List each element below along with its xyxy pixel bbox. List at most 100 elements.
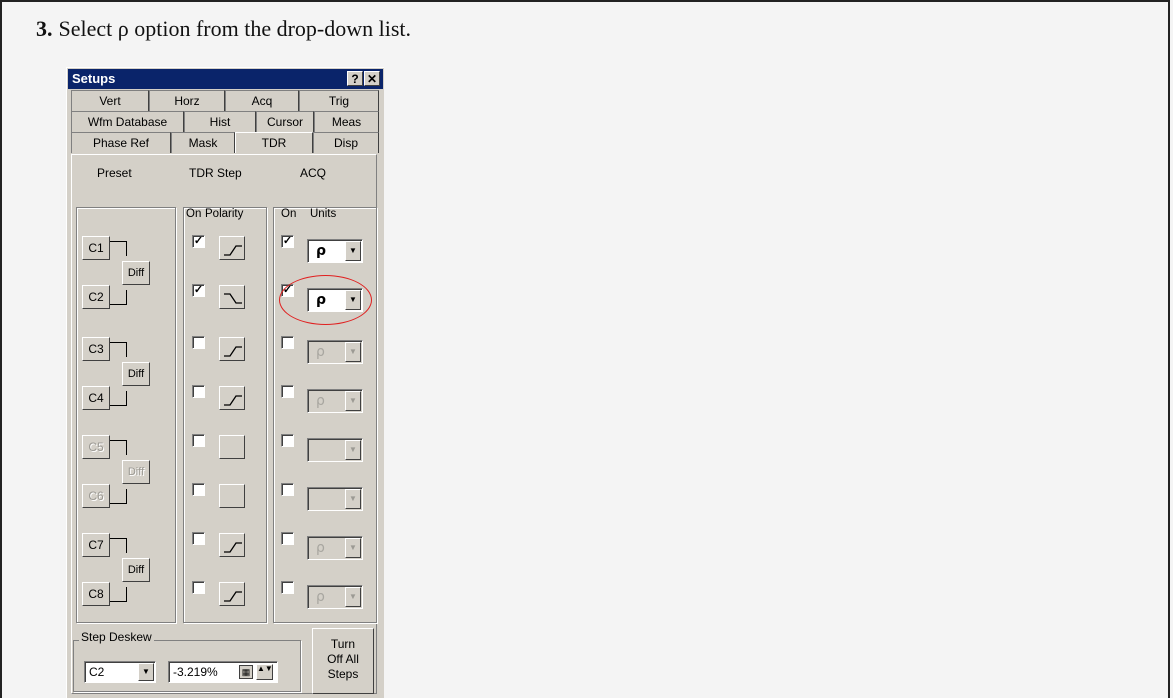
- step-text: Select ρ option from the drop-down list.: [58, 16, 412, 41]
- step-on-label: On: [186, 208, 202, 220]
- chevron-down-icon[interactable]: ▼: [345, 538, 361, 558]
- tab-trig[interactable]: Trig: [299, 90, 379, 111]
- acq-header: ACQ: [300, 166, 327, 180]
- tab-tdr[interactable]: TDR: [235, 132, 313, 153]
- units-value: ρ: [316, 589, 325, 605]
- step-on-checkbox-c7[interactable]: [192, 532, 205, 545]
- acq-on-checkbox-c7[interactable]: [281, 532, 294, 545]
- deskew-channel-select[interactable]: C2 ▼: [84, 661, 156, 683]
- polarity-button-c5[interactable]: [219, 435, 245, 459]
- chevron-down-icon[interactable]: ▼: [138, 663, 154, 681]
- units-value: ρ: [316, 393, 325, 409]
- help-button[interactable]: ?: [347, 71, 363, 86]
- tab-horz[interactable]: Horz: [149, 90, 225, 111]
- tab-row-3: Phase Ref Mask TDR Disp: [71, 132, 379, 153]
- acq-on-checkbox-c5[interactable]: [281, 434, 294, 447]
- chevron-down-icon[interactable]: ▼: [345, 342, 361, 362]
- dialog-title: Setups: [72, 71, 116, 86]
- polarity-button-c7[interactable]: [219, 533, 245, 557]
- polarity-rise-icon: [224, 245, 242, 256]
- acq-on-checkbox-c4[interactable]: [281, 385, 294, 398]
- chevron-down-icon[interactable]: ▼: [345, 440, 361, 460]
- units-dropdown-c6[interactable]: ▼: [307, 487, 363, 511]
- step-on-checkbox-c2[interactable]: ✓: [192, 284, 205, 297]
- channel-c8-button[interactable]: C8: [82, 582, 110, 606]
- turn-off-all-steps-button[interactable]: Turn Off All Steps: [312, 628, 374, 694]
- tab-row-2: Wfm Database Hist Cursor Meas: [71, 111, 379, 132]
- tdr-step-group: [183, 207, 267, 623]
- turn-off-line-1: Turn: [330, 637, 356, 651]
- chevron-down-icon[interactable]: ▼: [345, 391, 361, 411]
- units-dropdown-c8[interactable]: ρ ▼: [307, 585, 363, 609]
- tab-wfm-database[interactable]: Wfm Database: [71, 111, 184, 132]
- tab-acq[interactable]: Acq: [225, 90, 299, 111]
- preset-header: Preset: [97, 166, 132, 180]
- instruction-step: 3. Select ρ option from the drop-down lis…: [36, 16, 411, 42]
- polarity-button-c4[interactable]: [219, 386, 245, 410]
- acq-on-checkbox-c1[interactable]: ✓: [281, 235, 294, 248]
- acq-group: [273, 207, 377, 623]
- channel-c3-button[interactable]: C3: [82, 337, 110, 361]
- wire-line: [110, 290, 127, 305]
- diff-button-c5-c6[interactable]: Diff: [122, 460, 150, 484]
- tab-meas[interactable]: Meas: [314, 111, 379, 132]
- channel-c4-button[interactable]: C4: [82, 386, 110, 410]
- polarity-fall-icon: [224, 293, 242, 304]
- wire-line: [110, 489, 127, 504]
- units-dropdown-c3[interactable]: ρ ▼: [307, 340, 363, 364]
- units-dropdown-c1[interactable]: ρ ▼: [307, 239, 363, 263]
- acq-on-checkbox-c6[interactable]: [281, 483, 294, 496]
- step-on-checkbox-c1[interactable]: ✓: [192, 235, 205, 248]
- wire-line: [110, 391, 127, 406]
- wire-line: [110, 342, 127, 357]
- diff-button-c3-c4[interactable]: Diff: [122, 362, 150, 386]
- step-on-checkbox-c5[interactable]: [192, 434, 205, 447]
- channel-c7-button[interactable]: C7: [82, 533, 110, 557]
- channel-c1-button[interactable]: C1: [82, 236, 110, 260]
- acq-on-checkbox-c8[interactable]: [281, 581, 294, 594]
- tab-cursor[interactable]: Cursor: [256, 111, 314, 132]
- units-dropdown-c5[interactable]: ▼: [307, 438, 363, 462]
- deskew-value-field[interactable]: -3.219% ▦ ▲▼: [168, 661, 278, 683]
- chevron-down-icon[interactable]: ▼: [345, 587, 361, 607]
- channel-c6-button[interactable]: C6: [82, 484, 110, 508]
- step-number: 3.: [36, 16, 53, 41]
- tab-disp[interactable]: Disp: [313, 132, 379, 153]
- units-label: Units: [310, 208, 337, 220]
- polarity-rise-icon: [224, 346, 242, 357]
- chevron-down-icon[interactable]: ▼: [345, 241, 361, 261]
- diff-button-c7-c8[interactable]: Diff: [122, 558, 150, 582]
- tab-vert[interactable]: Vert: [71, 90, 149, 111]
- units-dropdown-c4[interactable]: ρ ▼: [307, 389, 363, 413]
- step-on-checkbox-c8[interactable]: [192, 581, 205, 594]
- acq-on-checkbox-c3[interactable]: [281, 336, 294, 349]
- polarity-button-c6[interactable]: [219, 484, 245, 508]
- step-on-checkbox-c6[interactable]: [192, 483, 205, 496]
- diff-button-c1-c2[interactable]: Diff: [122, 261, 150, 285]
- units-dropdown-c7[interactable]: ρ ▼: [307, 536, 363, 560]
- tab-phase-ref[interactable]: Phase Ref: [71, 132, 171, 153]
- polarity-button-c8[interactable]: [219, 582, 245, 606]
- polarity-button-c1[interactable]: [219, 236, 245, 260]
- tab-hist[interactable]: Hist: [184, 111, 256, 132]
- polarity-button-c2[interactable]: [219, 285, 245, 309]
- deskew-channel-value: C2: [89, 665, 105, 679]
- channel-c5-button[interactable]: C5: [82, 435, 110, 459]
- tab-row-1: Vert Horz Acq Trig: [71, 90, 379, 111]
- step-on-checkbox-c4[interactable]: [192, 385, 205, 398]
- spinner-icon[interactable]: ▲▼: [256, 664, 273, 680]
- wire-line: [110, 440, 127, 455]
- close-button[interactable]: ✕: [364, 71, 380, 86]
- polarity-rise-icon: [224, 591, 242, 602]
- acq-on-label: On: [281, 208, 297, 220]
- chevron-down-icon[interactable]: ▼: [345, 489, 361, 509]
- keypad-icon[interactable]: ▦: [239, 665, 253, 679]
- setups-dialog: Setups ? ✕ Vert Horz Acq Trig Wfm Databa…: [66, 67, 384, 698]
- highlight-circle: [279, 275, 372, 325]
- step-on-checkbox-c3[interactable]: [192, 336, 205, 349]
- units-value: ρ: [316, 243, 327, 259]
- polarity-button-c3[interactable]: [219, 337, 245, 361]
- channel-c2-button[interactable]: C2: [82, 285, 110, 309]
- tab-mask[interactable]: Mask: [171, 132, 235, 153]
- deskew-value: -3.219%: [173, 665, 218, 679]
